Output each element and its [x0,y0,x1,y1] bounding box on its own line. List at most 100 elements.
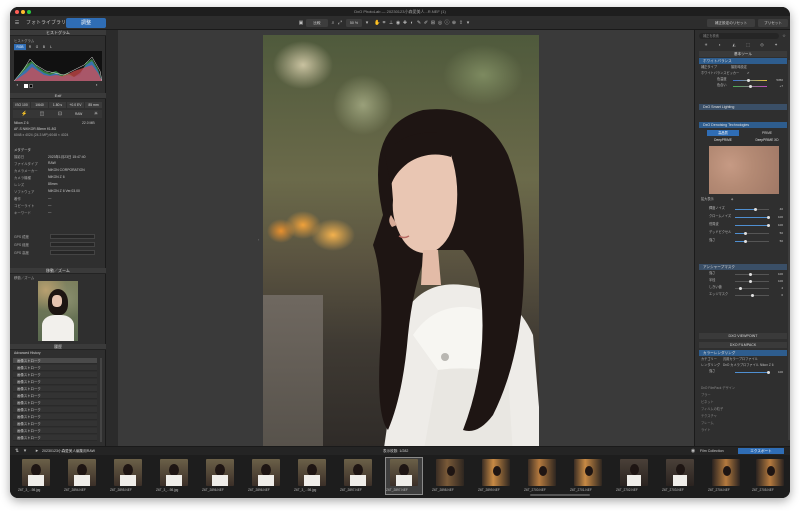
denoise-slider-knob[interactable] [744,232,747,235]
thumbnail[interactable]: Z6T_2896.NEF [202,458,238,494]
sharpen-slider-value[interactable]: 0 [771,293,783,297]
star-icon[interactable]: ☆ [781,33,787,39]
right-scrollbar[interactable] [788,60,790,440]
wb-mode-select[interactable]: 撮影時設定 [731,65,747,70]
exif-header[interactable]: Exif [10,93,106,99]
effect-row[interactable]: フレーム [701,421,787,426]
effects-palette-icon[interactable]: ✦ [773,42,779,48]
channel-r[interactable]: R [27,44,33,50]
history-scrollbar[interactable] [100,358,102,442]
local-adjust-icon[interactable]: ◐ [409,20,415,26]
denoise-slider-value[interactable]: 100 [771,215,783,219]
history-item[interactable]: 画像ストローク [13,414,97,420]
thumbnail[interactable]: Z6T_2702.NEF [616,458,652,494]
sharpen-header[interactable]: アンシャープマスク [699,264,787,270]
compare-button[interactable]: 比較 [306,19,328,27]
info-circle-icon[interactable]: ◉ [690,448,696,454]
reset-corrections-button[interactable]: 補正設定のリセット [707,19,755,27]
sharpen-slider-knob[interactable] [749,280,752,283]
wb-tint-knob[interactable] [749,85,752,88]
export-button[interactable]: エクスポート [738,448,784,454]
folder-name[interactable]: 20230123小森愛美人編集用RAW [42,449,95,454]
thumbnail-selected[interactable]: Z6T_2897.NEF [385,457,423,495]
sharpen-slider-knob[interactable] [749,273,752,276]
basic-tools-header[interactable]: 基本ツール [699,51,787,57]
highlight-clip-icon[interactable]: ◐ [94,82,100,88]
thumbnail[interactable]: Z6T_2897.NEF [340,458,376,494]
denoise-slider-value[interactable]: 50 [771,231,783,235]
strength-value[interactable]: 100 [771,370,783,374]
effect-row[interactable]: ビネット [701,400,787,405]
viewpoint-header[interactable]: DXO VIEWPOINT [699,333,787,339]
chevron-down-icon[interactable]: ▾ [465,20,471,26]
effect-row[interactable]: テクスチャ [701,414,787,419]
history-item[interactable]: 画像ストローク [13,428,97,434]
light-palette-icon[interactable]: ☀ [703,42,709,48]
denoise-preview[interactable] [709,146,779,194]
thumbnail[interactable]: Z6T_2700.NEF [524,458,560,494]
navigator-thumbnail[interactable] [38,281,78,341]
info-icon[interactable]: ⓘ [444,20,450,26]
gps-lat-field[interactable] [50,234,95,239]
gps-alt-field[interactable] [50,250,95,255]
shadow-clip-icon[interactable]: ◑ [14,82,20,88]
detail-palette-icon[interactable]: ◭ [731,42,737,48]
denoise-deepprimexd-button[interactable]: DeepPRIME XD [751,137,783,143]
strength-knob[interactable] [767,371,770,374]
histogram-header[interactable]: ヒストグラム [10,30,106,36]
smart-lighting-header[interactable]: DxO Smart Lighting [699,104,787,110]
thumbnail[interactable]: Z6T_2895.NEF [110,458,146,494]
history-header[interactable]: 履歴 [10,344,106,350]
repair-tool-icon[interactable]: ✚ [402,20,408,26]
sidebar-toggle-icon[interactable]: ☰ [14,20,20,26]
chevron-down-icon[interactable]: ▾ [364,20,370,26]
sharpen-slider-value[interactable]: 4 [771,286,783,290]
wb-temp-knob[interactable] [747,79,750,82]
correction-search-input[interactable]: 補正を検索 [699,33,779,39]
history-item[interactable]: 画像ストローク [13,407,97,413]
denoise-slider-value[interactable]: 100 [771,223,783,227]
sharpen-slider-knob[interactable] [751,294,754,297]
zoom-in-icon[interactable]: ⊕ [451,20,457,26]
local-palette-icon[interactable]: ◎ [759,42,765,48]
eye-icon[interactable]: ◎ [437,20,443,26]
wb-temp-slider[interactable] [733,80,767,82]
picker-tool-icon[interactable]: ✐ [423,20,429,26]
thumbnail[interactable]: Z6T_2701.NEF [570,458,606,494]
channel-l[interactable]: L [48,44,54,50]
denoise-hq-button[interactable]: 高品質 [707,130,739,136]
filmstrip-scrollbar[interactable] [530,494,590,496]
effect-row[interactable]: フィルムの粒子 [701,407,787,412]
horizon-tool-icon[interactable]: ⟂ [388,20,394,26]
wb-tint-value[interactable]: +7 [771,84,783,88]
split-view-icon[interactable]: ▣ [298,20,304,26]
denoise-slider-value[interactable]: 50 [771,239,783,243]
export-icon[interactable]: ⇪ [458,20,464,26]
redeye-tool-icon[interactable]: ◉ [395,20,401,26]
tab-photo-library[interactable]: フォトライブラリ [22,18,70,28]
effect-row[interactable]: DxO FilmPack デザイン [701,386,787,391]
thumbnail[interactable]: Z6T_2703.NEF [662,458,698,494]
channel-rgb[interactable]: RGB [14,44,26,50]
thumbnail[interactable]: Z6T_2898.NEF [432,458,468,494]
sharpen-slider-value[interactable]: 100 [771,279,783,283]
color-palette-icon[interactable]: ◐ [717,42,723,48]
geometry-palette-icon[interactable]: ⬚ [745,42,751,48]
history-item[interactable]: 画像ストローク [13,358,97,364]
denoise-slider-knob[interactable] [744,240,747,243]
zoom-select[interactable]: 50 % [346,19,362,27]
thumbnail[interactable]: Z6T_2899.NEF [478,458,514,494]
thumbnail[interactable]: Z6T_2704.NEF [708,458,744,494]
sharpen-slider-track[interactable] [735,274,769,276]
presets-button[interactable]: プリセット [758,19,788,27]
eyedropper-icon[interactable]: ✐ [747,71,750,76]
category-select[interactable]: 汎用カラープロファイル [723,357,758,362]
filter-icon[interactable]: ▾ [22,448,28,454]
history-item[interactable]: 画像ストローク [13,379,97,385]
tab-customize[interactable]: 調整 [66,18,106,28]
effect-row[interactable]: ブラー [701,393,787,398]
denoise-header[interactable]: DxO Denoising Technologies [699,122,787,128]
thumbnail[interactable]: Z6T_2894.NEF [64,458,100,494]
hand-tool-icon[interactable]: ✋ [374,20,380,26]
collapse-left-icon[interactable]: ‹ [258,237,261,245]
